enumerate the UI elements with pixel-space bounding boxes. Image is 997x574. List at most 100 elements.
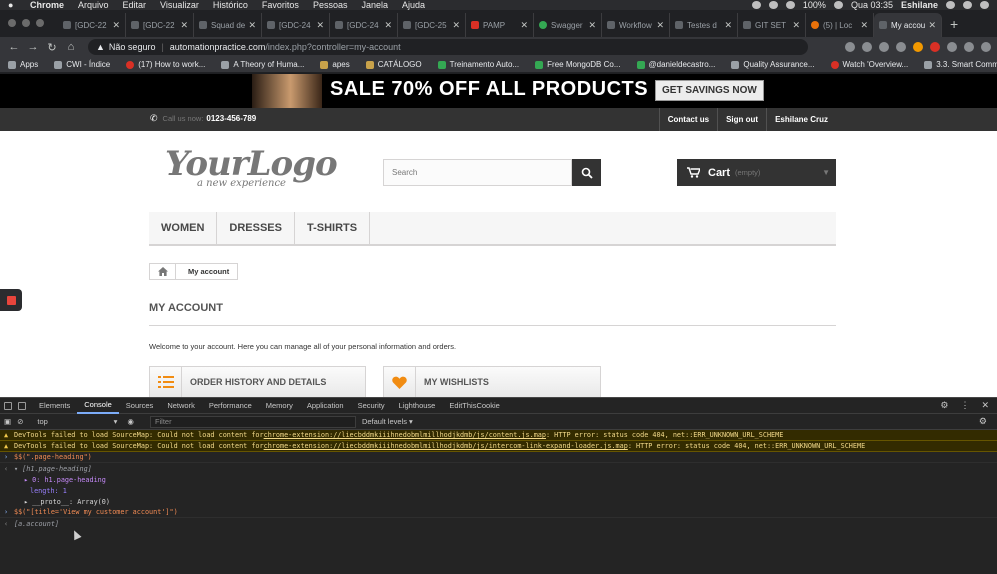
eye-icon[interactable]: ◉ xyxy=(127,417,134,426)
console-result[interactable]: ‹ ▾ [h1.page-heading] xyxy=(0,463,997,474)
tab-security[interactable]: Security xyxy=(351,398,392,414)
close-tab-icon[interactable]: ✕ xyxy=(112,20,120,31)
browser-tab[interactable]: (5) | Loc ✕ xyxy=(806,13,874,37)
clock[interactable]: Qua 03:35 xyxy=(851,0,893,10)
browser-tab-active[interactable]: My accou ✕ xyxy=(874,13,942,37)
close-tab-icon[interactable]: ✕ xyxy=(384,20,392,31)
order-history-button[interactable]: ORDER HISTORY AND DETAILS xyxy=(149,366,366,397)
contact-us-link[interactable]: Contact us xyxy=(658,108,717,131)
home-icon[interactable]: ⌂ xyxy=(63,41,79,53)
bookmark[interactable]: Treinamento Auto... xyxy=(437,60,519,69)
tab-elements[interactable]: Elements xyxy=(32,398,77,414)
cart-button[interactable]: Cart (empty) ▼ xyxy=(677,159,836,186)
sign-out-link[interactable]: Sign out xyxy=(717,108,766,131)
cookie-extension-icon[interactable] xyxy=(913,42,923,52)
status-icon[interactable] xyxy=(751,1,761,9)
browser-tab[interactable]: PAMP ✕ xyxy=(466,13,534,37)
battery-icon[interactable] xyxy=(833,1,843,9)
address-bar[interactable]: ▲ Não seguro | automationpractice.com/in… xyxy=(88,39,808,55)
cast-icon[interactable] xyxy=(845,42,855,52)
console-result[interactable]: ‹ [a.account] xyxy=(0,518,997,529)
status-icon[interactable] xyxy=(768,1,778,9)
kebab-menu-icon[interactable]: ⋮ xyxy=(960,400,969,411)
key-icon[interactable] xyxy=(862,42,872,52)
kebab-menu-icon[interactable] xyxy=(981,42,991,52)
apple-icon[interactable]: ● xyxy=(8,0,18,10)
menu-janela[interactable]: Janela xyxy=(361,0,388,10)
tab-lighthouse[interactable]: Lighthouse xyxy=(392,398,443,414)
wifi-icon[interactable] xyxy=(785,1,795,9)
user-name[interactable]: Eshilane xyxy=(901,0,938,10)
breadcrumb-home[interactable] xyxy=(150,264,176,279)
tab-memory[interactable]: Memory xyxy=(259,398,300,414)
sourcemap-link[interactable]: chrome-extension://liecbddmkiiihnedobmlm… xyxy=(264,431,546,439)
console-result-item[interactable]: ▸ 0: h1.page-heading xyxy=(0,474,997,485)
device-toggle-icon[interactable] xyxy=(18,401,26,410)
tab-application[interactable]: Application xyxy=(300,398,351,414)
tab-console[interactable]: Console xyxy=(77,398,119,414)
close-tab-icon[interactable]: ✕ xyxy=(180,20,188,31)
close-tab-icon[interactable]: ✕ xyxy=(724,20,732,31)
console-result-proto[interactable]: ▸ __proto__: Array(0) xyxy=(0,496,997,507)
puzzle-icon[interactable] xyxy=(947,42,957,52)
browser-tab[interactable]: Squad de ✕ xyxy=(194,13,262,37)
my-wishlists-button[interactable]: MY WISHLISTS xyxy=(383,366,601,397)
search-icon[interactable] xyxy=(946,1,955,9)
security-status[interactable]: Não seguro xyxy=(109,42,156,52)
menu-favoritos[interactable]: Favoritos xyxy=(262,0,299,10)
tab-editthiscookie[interactable]: EditThisCookie xyxy=(442,398,506,414)
extension-icon[interactable] xyxy=(896,42,906,52)
bookmark[interactable]: Watch 'Overview... xyxy=(830,60,908,69)
control-center-icon[interactable] xyxy=(980,1,989,9)
bookmark[interactable]: CWI - Índice xyxy=(54,60,110,69)
bookmark[interactable]: (17) How to work... xyxy=(126,60,205,69)
browser-tab[interactable]: GIT SET ✕ xyxy=(738,13,806,37)
context-select[interactable]: top ▾ xyxy=(37,417,117,426)
menu-app[interactable]: Chrome xyxy=(30,0,64,10)
zoom-window-button[interactable] xyxy=(36,19,44,27)
close-tab-icon[interactable]: ✕ xyxy=(656,20,664,31)
tab-network[interactable]: Network xyxy=(160,398,202,414)
star-icon[interactable] xyxy=(879,42,889,52)
sidebar-toggle-icon[interactable]: ▣ xyxy=(4,417,11,426)
record-indicator[interactable] xyxy=(0,289,22,311)
browser-tab[interactable]: [GDC-25 ✕ xyxy=(398,13,466,37)
close-tab-icon[interactable]: ✕ xyxy=(520,20,528,31)
clear-console-icon[interactable]: ⊘ xyxy=(17,417,23,426)
browser-tab[interactable]: Workflow ✕ xyxy=(602,13,670,37)
bookmark[interactable]: 3.3. Smart Commi... xyxy=(924,60,997,69)
browser-tab[interactable]: [GDC-22 ✕ xyxy=(126,13,194,37)
new-tab-button[interactable]: + xyxy=(950,16,958,32)
sourcemap-link[interactable]: chrome-extension://liecbddmkiiihnedobmlm… xyxy=(264,442,628,450)
tab-performance[interactable]: Performance xyxy=(202,398,259,414)
menu-editar[interactable]: Editar xyxy=(123,0,147,10)
account-link[interactable]: Eshilane Cruz xyxy=(766,108,836,131)
menu-visualizar[interactable]: Visualizar xyxy=(160,0,199,10)
menu-dresses[interactable]: DRESSES xyxy=(217,212,295,244)
bookmark[interactable]: @danieldecastro... xyxy=(636,60,715,69)
forward-arrow-icon[interactable]: → xyxy=(25,41,41,53)
bookmark-folder[interactable]: apes xyxy=(320,60,350,69)
close-tab-icon[interactable]: ✕ xyxy=(792,20,800,31)
menu-tshirts[interactable]: T-SHIRTS xyxy=(295,212,371,244)
browser-tab[interactable]: [GDC-24 ✕ xyxy=(330,13,398,37)
menu-historico[interactable]: Histórico xyxy=(213,0,248,10)
close-tab-icon[interactable]: ✕ xyxy=(316,20,324,31)
browser-tab[interactable]: [GDC-24 ✕ xyxy=(262,13,330,37)
menu-women[interactable]: WOMEN xyxy=(149,212,218,244)
site-logo[interactable]: YourLogo a new experience xyxy=(165,144,338,189)
menu-pessoas[interactable]: Pessoas xyxy=(313,0,348,10)
settings-gear-icon[interactable]: ⚙ xyxy=(940,400,948,411)
menu-arquivo[interactable]: Arquivo xyxy=(78,0,109,10)
close-tab-icon[interactable]: ✕ xyxy=(248,20,256,31)
search-input[interactable]: Search xyxy=(383,159,572,186)
get-savings-button[interactable]: GET SAVINGS NOW xyxy=(655,80,764,101)
back-arrow-icon[interactable]: ← xyxy=(6,41,22,53)
close-icon[interactable]: ✕ xyxy=(981,400,989,411)
promo-banner[interactable]: SALE 70% OFF ALL PRODUCTS GET SAVINGS NO… xyxy=(0,74,997,108)
search-button[interactable] xyxy=(572,159,601,186)
menu-ajuda[interactable]: Ajuda xyxy=(402,0,425,10)
close-tab-icon[interactable]: ✕ xyxy=(588,20,596,31)
filter-input[interactable]: Filter xyxy=(149,415,356,428)
bookmark-folder[interactable]: CATÁLOGO xyxy=(365,60,422,69)
